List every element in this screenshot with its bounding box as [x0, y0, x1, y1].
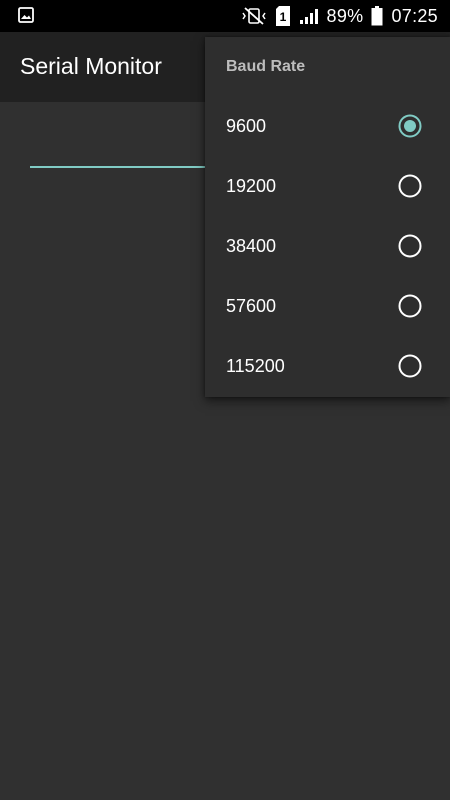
- status-bar: 1 89% 07:25: [0, 0, 450, 32]
- radio-unselected-icon[interactable]: [398, 354, 422, 378]
- baud-option-label: 19200: [226, 176, 277, 196]
- image-icon: [18, 7, 34, 23]
- screen: 1 89% 07:25 Serial Monitor Baud Rate 960…: [0, 0, 450, 800]
- clock: 07:25: [391, 5, 438, 26]
- radio-unselected-icon[interactable]: [398, 294, 422, 318]
- baud-option-57600[interactable]: 57600: [205, 277, 450, 337]
- baud-option-label: 115200: [226, 356, 285, 376]
- page-title: Serial Monitor: [20, 53, 162, 79]
- signal-icon: [299, 7, 319, 25]
- menu-title: Baud Rate: [226, 58, 306, 75]
- sim-badge-text: 1: [279, 10, 286, 24]
- baud-option-label: 57600: [226, 296, 277, 316]
- battery-icon: [371, 6, 383, 26]
- baud-rate-menu: Baud Rate 9600 19200 38400 57600 115200: [205, 37, 450, 397]
- radio-selected-icon[interactable]: [398, 114, 422, 138]
- radio-unselected-icon[interactable]: [398, 234, 422, 258]
- baud-option-38400[interactable]: 38400: [205, 217, 450, 277]
- baud-option-label: 38400: [226, 236, 277, 256]
- status-icons: 1 89% 07:25: [241, 0, 438, 32]
- baud-option-115200[interactable]: 115200: [205, 337, 450, 397]
- battery-percent: 89%: [326, 5, 364, 26]
- baud-option-19200[interactable]: 19200: [205, 157, 450, 217]
- sim-icon: 1: [275, 6, 291, 26]
- baud-option-label: 9600: [226, 116, 267, 136]
- baud-option-9600[interactable]: 9600: [205, 97, 450, 157]
- vibrate-mute-icon: [241, 7, 267, 25]
- radio-unselected-icon[interactable]: [398, 174, 422, 198]
